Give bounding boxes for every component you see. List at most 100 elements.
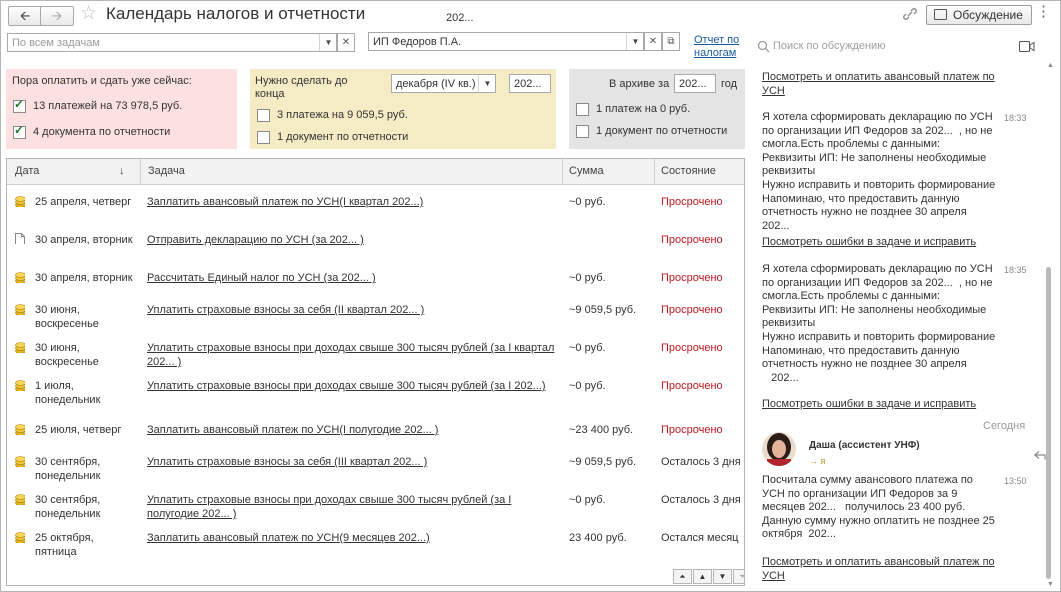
last-page-icon[interactable]: ⏷	[733, 569, 744, 584]
row-task-link[interactable]: Уплатить страховые взносы при доходах св…	[147, 493, 511, 521]
chat-message-3-time: 13:50	[1004, 476, 1027, 486]
prev-page-icon[interactable]: ▲	[693, 569, 712, 584]
row-sum: ~0 руб.	[569, 196, 606, 208]
back-arrow-icon: 🡨	[19, 8, 31, 23]
clear-tasks-filter-button[interactable]: ✕	[337, 33, 355, 52]
payments-archive-label: 1 платеж на 0 руб.	[596, 103, 691, 115]
row-date-line1: 25 апреля, четверг	[35, 196, 132, 208]
checkbox-documents-archive[interactable]	[576, 125, 589, 138]
back-button[interactable]: 🡨	[8, 6, 42, 26]
sort-arrow-icon[interactable]: ↓	[119, 165, 125, 177]
favorite-star-icon[interactable]: ☆	[80, 2, 97, 25]
archive-year-field[interactable]: 202...	[674, 74, 716, 93]
row-date-line1: 1 июля,	[35, 380, 74, 392]
checkbox-payments-archive[interactable]	[576, 103, 589, 116]
row-task-line2: полугодие 202... )	[147, 508, 237, 520]
column-task[interactable]: Задача	[148, 165, 185, 177]
first-page-icon[interactable]: ⏶	[673, 569, 692, 584]
row-sum: ~0 руб.	[569, 380, 606, 392]
row-sum: ~9 059,5 руб.	[569, 304, 637, 316]
row-date-line1: 30 апреля, вторник	[35, 272, 133, 284]
column-state[interactable]: Состояние	[661, 165, 716, 177]
page-title: Календарь налогов и отчетности	[106, 4, 366, 23]
row-task-link[interactable]: Уплатить страховые взносы за себя (II кв…	[147, 303, 424, 317]
next-page-icon[interactable]: ▼	[713, 569, 732, 584]
row-state: Осталось 3 дня	[661, 456, 741, 468]
row-state: Просрочено	[661, 272, 723, 284]
documents-now-label: 4 документа по отчетности	[33, 126, 171, 138]
until-year-value: 202...	[514, 78, 542, 90]
row-task-line1: Заплатить авансовый платеж по УСН(I квар…	[147, 196, 424, 208]
documents-archive-label: 1 документ по отчетности	[596, 125, 728, 137]
row-task-line2: 202... )	[147, 356, 182, 368]
row-date-line1: 30 июня,	[35, 342, 80, 354]
row-date-line1: 25 июля, четверг	[35, 424, 122, 436]
checkbox-payments-until[interactable]	[257, 109, 270, 122]
period-value: декабря (IV кв.)	[396, 78, 476, 90]
link-icon[interactable]	[902, 7, 918, 21]
tax-report-link[interactable]: Отчет по налогам	[694, 34, 739, 60]
row-task-link[interactable]: Заплатить авансовый платеж по УСН(I квар…	[147, 195, 423, 209]
row-task-line1: Уплатить страховые взносы при доходах св…	[147, 380, 546, 392]
checkbox-documents-now[interactable]	[13, 123, 26, 139]
archive-title: В архиве за	[609, 78, 670, 90]
chat-message-2: Я хотела сформировать декларацию по УСН …	[762, 263, 996, 384]
chat-link-errors-1[interactable]: Посмотреть ошибки в задаче и исправить	[762, 236, 976, 250]
dropdown-arrow-icon[interactable]: ▼	[478, 75, 496, 92]
dropdown-arrow-icon[interactable]: ▼	[626, 33, 644, 50]
coins-icon	[15, 342, 25, 353]
coins-icon	[15, 532, 25, 543]
chat-link-pay-advance[interactable]: Посмотреть и оплатить авансовый платеж п…	[762, 71, 995, 98]
column-date[interactable]: Дата	[15, 165, 39, 177]
organization-field[interactable]: ИП Федоров П.А. ▼	[368, 32, 644, 51]
row-date-line1: 25 октября,	[35, 532, 94, 544]
tasks-filter-field[interactable]: По всем задачам ▼	[7, 33, 337, 52]
chat-link-errors-2[interactable]: Посмотреть ошибки в задаче и исправить	[762, 398, 976, 412]
coins-icon	[15, 304, 25, 315]
row-task-link[interactable]: Уплатить страховые взносы при доходах св…	[147, 379, 546, 393]
row-date: 25 апреля, четверг	[35, 195, 131, 209]
row-state: Просрочено	[661, 234, 723, 246]
chat-search-input[interactable]: Поиск по обсуждению	[773, 40, 885, 52]
until-year-field[interactable]: 202...	[509, 74, 551, 93]
coins-icon	[15, 494, 25, 505]
row-sum: ~0 руб.	[569, 342, 606, 354]
discussion-button[interactable]: Обсуждение	[926, 5, 1032, 25]
payments-now-label: 13 платежей на 73 978,5 руб.	[33, 100, 183, 112]
row-task-link[interactable]: Уплатить страховые взносы при доходах св…	[147, 341, 554, 369]
reply-icon[interactable]	[1034, 451, 1046, 460]
row-task-link[interactable]: Рассчитать Единый налог по УСН (за 202..…	[147, 271, 376, 285]
chat-link-pay-advance-2[interactable]: Посмотреть и оплатить авансовый платеж п…	[762, 556, 995, 583]
column-sum[interactable]: Сумма	[569, 165, 604, 177]
checkbox-documents-until[interactable]	[257, 131, 270, 144]
dropdown-arrow-icon[interactable]: ▼	[319, 34, 337, 51]
tax-report-link-line2: налогам	[694, 47, 737, 59]
avatar	[762, 432, 796, 466]
row-task-line1: Уплатить страховые взносы за себя (III к…	[147, 456, 428, 468]
row-date: 25 октября, пятница	[35, 531, 94, 559]
chat-scrollbar[interactable]: ▲ ▼	[1044, 62, 1054, 590]
row-task-link[interactable]: Уплатить страховые взносы за себя (III к…	[147, 455, 427, 469]
row-task-link[interactable]: Отправить декларацию по УСН (за 202... )	[147, 233, 364, 247]
row-state: Просрочено	[661, 304, 723, 316]
row-task-link[interactable]: Заплатить авансовый платеж по УСН(9 меся…	[147, 531, 430, 545]
row-sum: ~9 059,5 руб.	[569, 456, 637, 468]
panel-until-title-2: конца	[255, 88, 285, 100]
clear-organization-button[interactable]: ✕	[644, 32, 662, 51]
panel-until-title-1: Нужно сделать до	[255, 75, 348, 87]
row-state: Просрочено	[661, 196, 723, 208]
video-icon[interactable]	[1019, 41, 1035, 52]
row-task-link[interactable]: Заплатить авансовый платеж по УСН(I полу…	[147, 423, 438, 437]
row-task-line1: Заплатить авансовый платеж по УСН(I полу…	[147, 424, 439, 436]
year-display: 202...	[446, 12, 474, 24]
more-icon[interactable]: ⋮	[1036, 2, 1051, 20]
row-date-line2: воскресенье	[35, 356, 99, 368]
open-organization-button[interactable]: ⧉	[662, 32, 680, 51]
chat-icon	[934, 9, 947, 20]
period-select[interactable]: декабря (IV кв.) ▼	[391, 74, 496, 93]
panel-until-end: Нужно сделать до конца декабря (IV кв.) …	[250, 69, 556, 149]
archive-year-value: 202...	[679, 78, 707, 90]
forward-button[interactable]: 🡪	[40, 6, 74, 26]
checkbox-payments-now[interactable]	[13, 97, 26, 113]
row-date: 30 апреля, вторник	[35, 271, 133, 285]
